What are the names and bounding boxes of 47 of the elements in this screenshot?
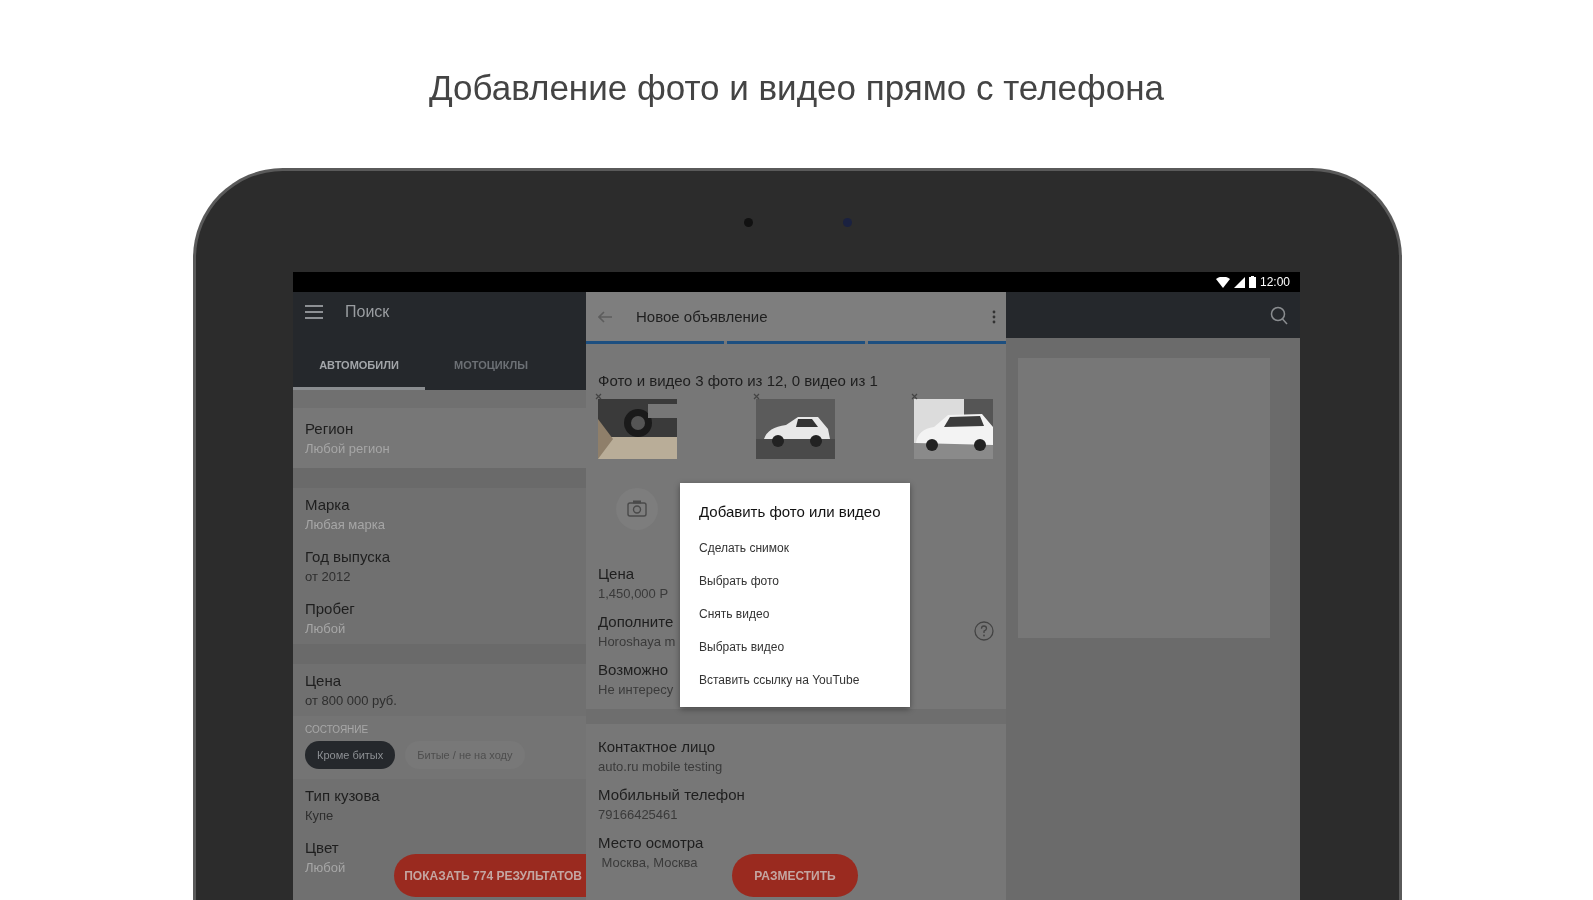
- signal-icon: [1233, 276, 1245, 288]
- filter-label: Тип кузова: [305, 787, 380, 804]
- help-icon[interactable]: [974, 621, 994, 641]
- section-title: Фото и видео 3 фото из 12, 0 видео из 1: [598, 372, 878, 389]
- dialog-option[interactable]: Выбрать видео: [680, 631, 910, 664]
- field-label: Возможно: [598, 661, 669, 678]
- field-label: Цена: [598, 565, 635, 582]
- battery-icon: [1248, 276, 1256, 288]
- filter-label: Пробег: [305, 600, 355, 617]
- category-tab[interactable]: АВТОМОБИЛИ: [293, 342, 425, 390]
- filter-value: от 2012: [305, 569, 351, 584]
- app-bar-title: Поиск: [345, 303, 390, 321]
- filter-value: от 800 000 руб.: [305, 693, 397, 708]
- wifi-icon: [1215, 276, 1230, 288]
- field-value: 1,450,000 Р: [598, 586, 669, 601]
- field-label: Мобильный телефон: [598, 786, 745, 803]
- camera-button[interactable]: [616, 488, 658, 530]
- camera-icon: [744, 218, 753, 227]
- field-value: auto.ru mobile testing: [598, 759, 723, 774]
- publish-button[interactable]: РАЗМЕСТИТЬ: [732, 854, 858, 897]
- more-icon[interactable]: [992, 309, 996, 324]
- field-label: Дополните: [598, 613, 674, 630]
- remove-icon[interactable]: [911, 393, 918, 400]
- dialog-option[interactable]: Вставить ссылку на YouTube: [680, 664, 910, 697]
- filter-label: Цена: [305, 672, 342, 689]
- field-label: Место осмотра: [598, 834, 704, 851]
- filter-chip[interactable]: Кроме битых: [305, 741, 396, 769]
- filter-label: Марка: [305, 496, 350, 513]
- dialog-option[interactable]: Выбрать фото: [680, 565, 910, 598]
- screen-title: Новое объявление: [636, 308, 769, 325]
- search-icon[interactable]: [1270, 305, 1288, 325]
- headline: Добавление фото и видео прямо с телефона: [428, 68, 1165, 108]
- field-value: 79166425461: [598, 807, 678, 822]
- dialog-option[interactable]: Снять видео: [680, 598, 910, 631]
- dialog-title: Добавить фото или видео: [698, 503, 882, 522]
- clock: 12:00: [1259, 275, 1290, 289]
- back-arrow-icon[interactable]: [598, 310, 612, 323]
- field-label: Контактное лицо: [598, 738, 716, 755]
- field-value: Не интересу: [598, 682, 674, 697]
- dialog-option[interactable]: Сделать снимок: [680, 532, 910, 565]
- field-value: Москва, Москва: [600, 855, 698, 870]
- filter-label: Цвет: [305, 839, 339, 856]
- menu-icon[interactable]: [305, 305, 323, 319]
- filter-value: Купе: [305, 808, 334, 823]
- show-results-button[interactable]: ПОКАЗАТЬ 774 РЕЗУЛЬТАТОВ: [394, 854, 586, 897]
- filter-label: Регион: [305, 420, 354, 437]
- filter-label: Год выпуска: [305, 548, 390, 565]
